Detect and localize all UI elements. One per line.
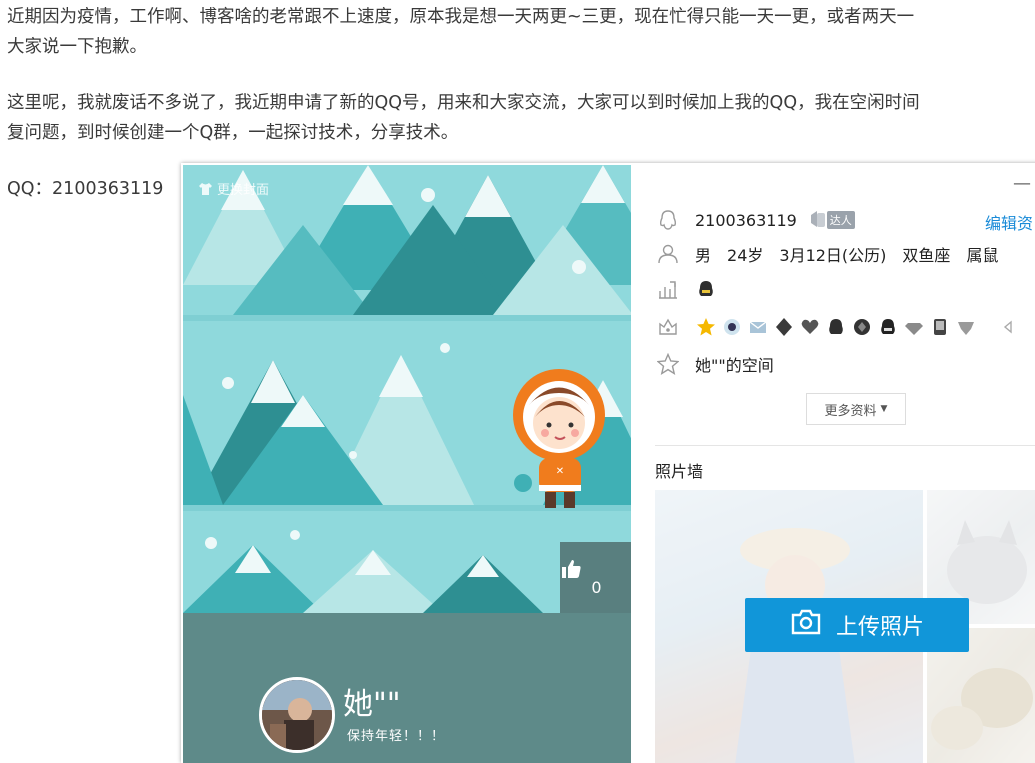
like-count: 0	[591, 578, 602, 597]
zodiac: 双鱼座	[902, 246, 951, 265]
space-row: 她""的空间	[655, 351, 774, 377]
user-icon	[655, 241, 681, 267]
nickname: 她""	[343, 687, 401, 722]
crown-icon	[655, 314, 681, 340]
photo-wall: 上传照片	[655, 490, 1035, 763]
more-info-button[interactable]: 更多资料 ▼	[806, 393, 906, 425]
eye-badge-icon[interactable]	[721, 316, 743, 338]
thumbs-up-icon	[560, 558, 631, 580]
signature-motto: 保持年轻！！！	[347, 729, 446, 744]
paragraph-line: 近期因为疫情，工作啊、博客啥的老常跟不上速度，原本我是想一天两更~三更，现在忙得…	[7, 7, 915, 27]
change-cover-label: 更换封面	[217, 183, 270, 198]
privilege-badges	[695, 316, 1019, 338]
level-chart-icon	[655, 276, 681, 302]
personal-details-row: 男 24岁 3月12日(公历) 双鱼座 属鼠	[655, 241, 998, 267]
birthday: 3月12日(公历)	[779, 246, 887, 265]
mail-badge-icon[interactable]	[747, 316, 769, 338]
shirt-icon	[199, 182, 212, 195]
crown-gem-badge-icon[interactable]	[955, 316, 977, 338]
like-button[interactable]: 0	[560, 542, 631, 613]
level-row	[655, 276, 717, 302]
cover-image: ✕ 更换封面 0	[183, 165, 631, 613]
penguin-badge-icon[interactable]	[825, 316, 847, 338]
penguin-icon	[655, 207, 681, 233]
gem-badge-icon[interactable]	[851, 316, 873, 338]
edit-profile-link[interactable]: 编辑资	[985, 210, 1033, 234]
heart-badge-icon[interactable]	[799, 316, 821, 338]
more-info-label: 更多资料	[824, 403, 877, 419]
star-badge-icon[interactable]	[695, 316, 717, 338]
profile-summary: 她"" 保持年轻！！！	[183, 613, 631, 763]
talent-wing-icon	[810, 211, 825, 227]
photo-wall-title: 照片墙	[655, 462, 704, 481]
more-badges-icon[interactable]	[997, 316, 1019, 338]
gender: 男	[695, 246, 712, 265]
space-name[interactable]: 她""的空间	[695, 352, 774, 376]
diamond-badge-icon[interactable]	[773, 316, 795, 338]
upload-photo-label: 上传照片	[835, 615, 924, 640]
divider	[655, 445, 1035, 446]
penguin-vip-badge-icon[interactable]	[877, 316, 899, 338]
article-paragraph-2: 这里呢，我就废话不多说了，我近期申请了新的QQ号，用来和大家交流，大家可以到时候…	[7, 88, 920, 148]
paragraph-line: 大家说一下抱歉。	[7, 37, 147, 57]
qq-number: 2100363119	[695, 210, 797, 230]
privileges-row	[655, 314, 1019, 340]
talent-badge: 达人	[809, 209, 855, 231]
avatar[interactable]	[259, 677, 335, 753]
article-paragraph-1: 近期因为疫情，工作啊、博客啥的老常跟不上速度，原本我是想一天两更~三更，现在忙得…	[7, 2, 914, 62]
level-penguin-icon	[695, 278, 717, 300]
crystal-badge-icon[interactable]	[903, 316, 925, 338]
phone-badge-icon[interactable]	[929, 316, 951, 338]
qq-profile-card: ✕ 更换封面 0 她"" 保持年轻！！！ — 2100363119 达人 编辑资…	[181, 163, 1035, 763]
minimize-button[interactable]: —	[1013, 173, 1031, 194]
chinese-zodiac: 属鼠	[966, 246, 999, 265]
change-cover-button[interactable]: 更换封面	[199, 179, 269, 198]
qq-number-text: QQ：2100363119	[7, 179, 164, 199]
caret-down-icon: ▼	[880, 404, 888, 414]
upload-photo-button[interactable]: 上传照片	[745, 598, 969, 652]
profile-info-panel: — 2100363119 达人 编辑资 男 24岁 3月12日(公历) 双鱼座 …	[633, 163, 1035, 763]
star-outline-icon	[655, 351, 681, 377]
paragraph-line: 这里呢，我就废话不多说了，我近期申请了新的QQ号，用来和大家交流，大家可以到时候…	[7, 93, 920, 113]
paragraph-line: 复问题，到时候创建一个Q群，一起探讨技术，分享技术。	[7, 123, 459, 143]
age: 24岁	[727, 246, 764, 265]
talent-badge-label: 达人	[826, 211, 855, 229]
camera-icon	[790, 608, 822, 642]
svg-text:✕: ✕	[556, 466, 564, 477]
qq-number-row: 2100363119 达人	[655, 207, 855, 233]
